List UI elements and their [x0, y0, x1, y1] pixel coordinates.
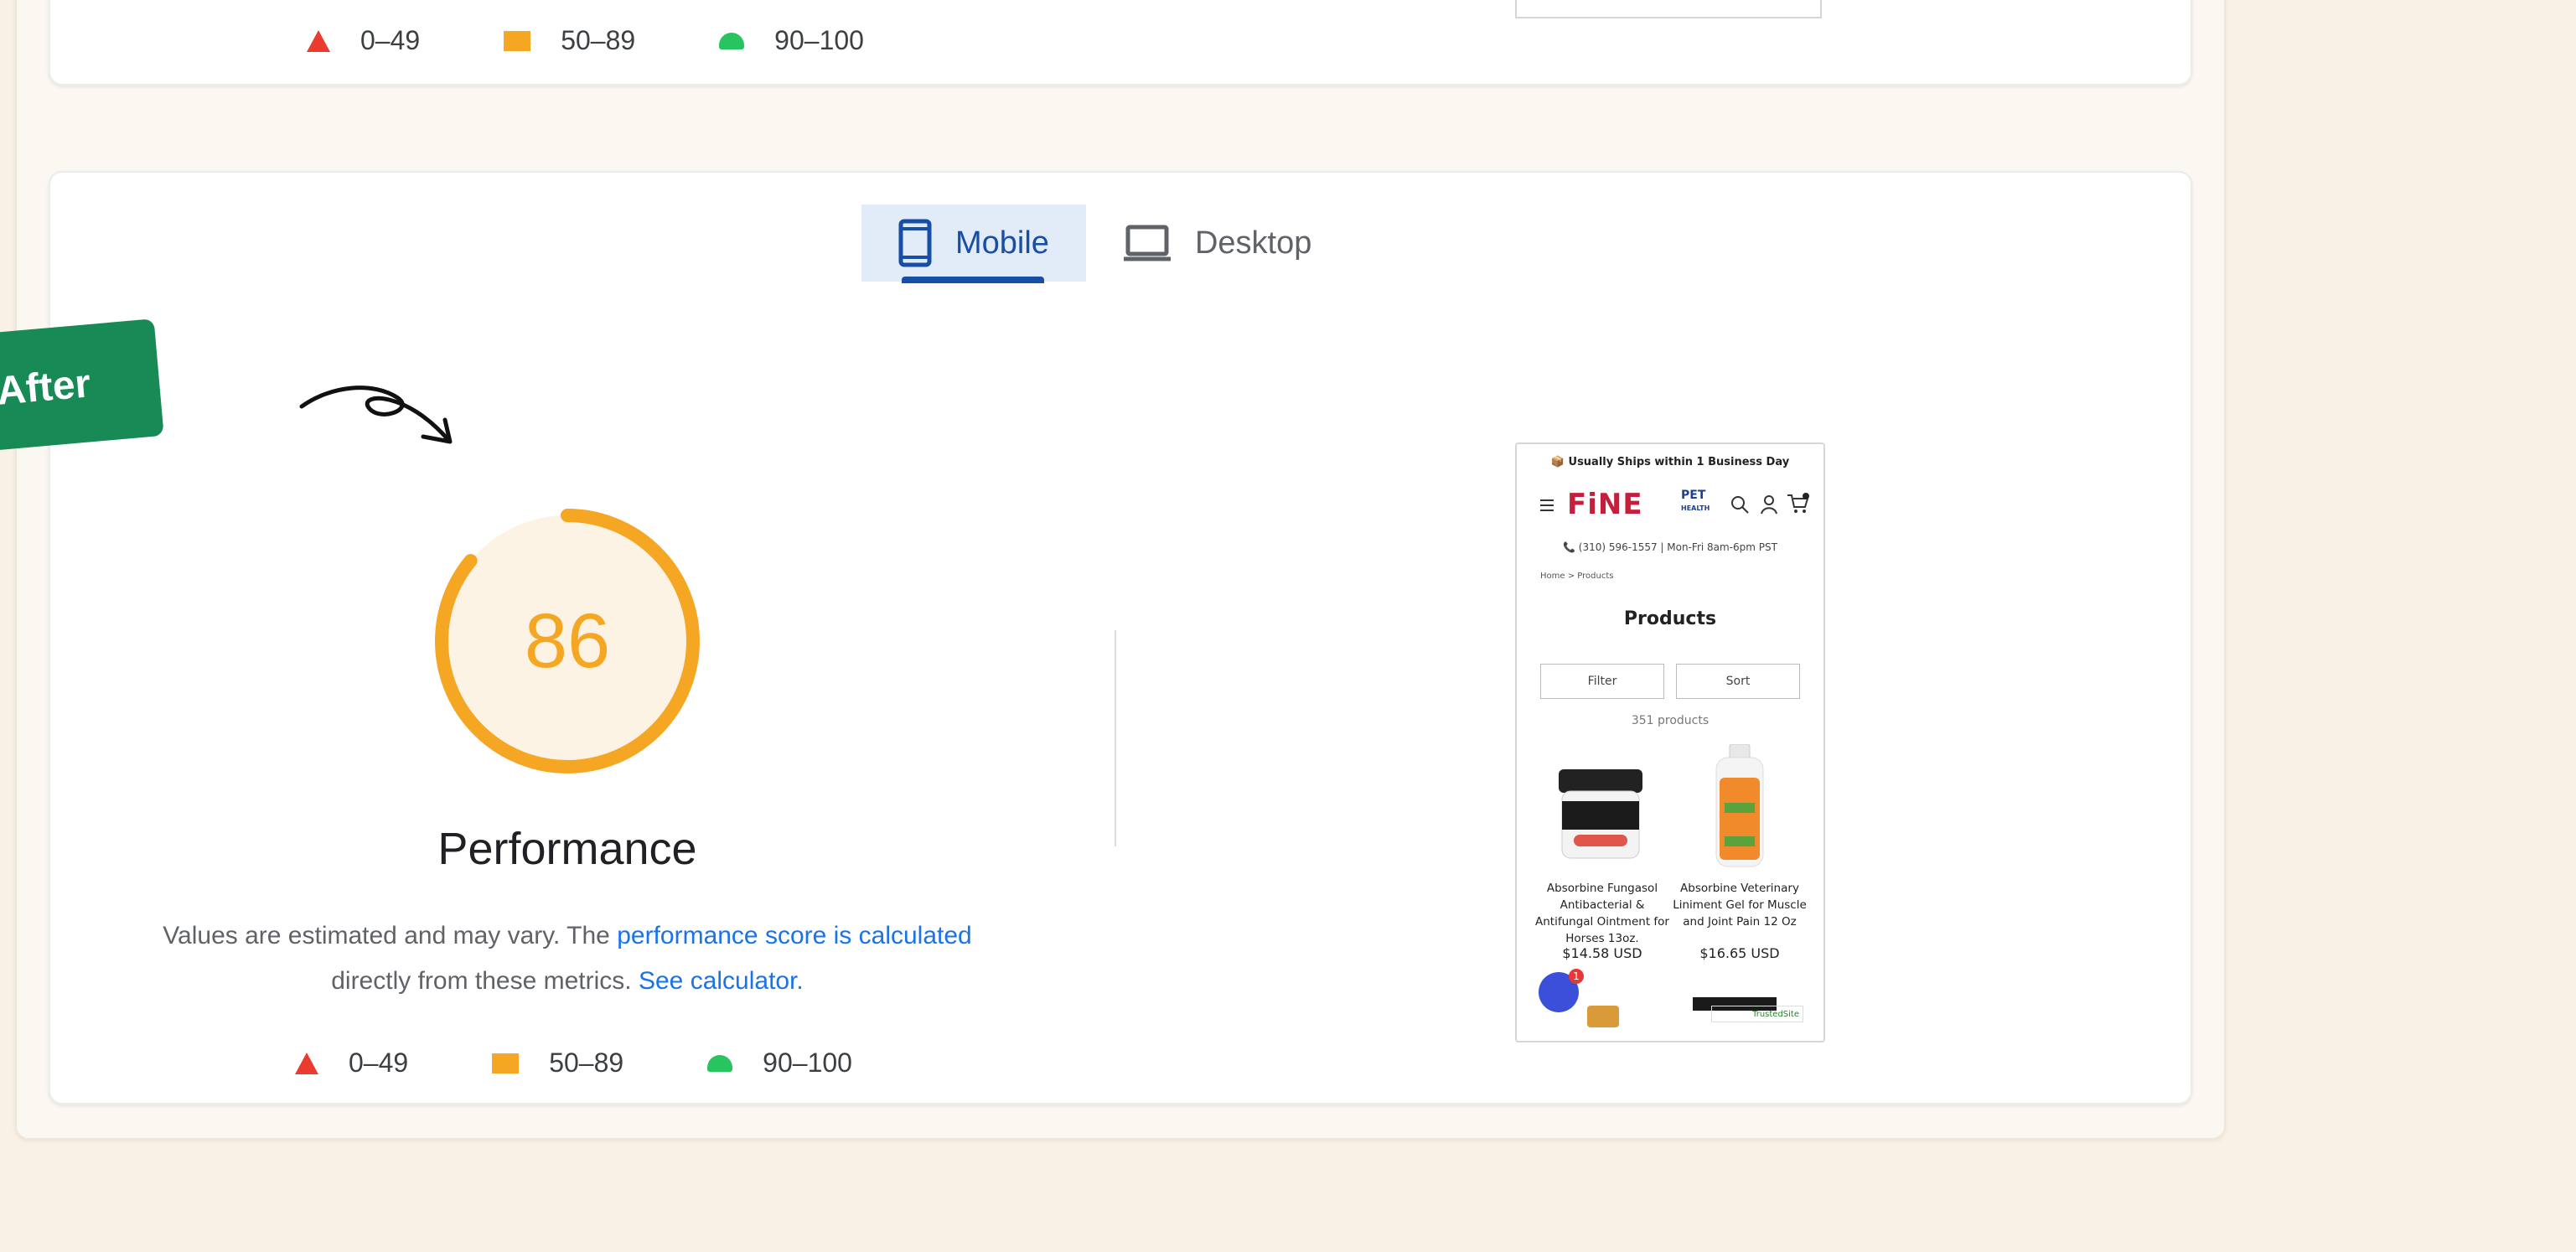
- filter-button: Filter: [1540, 664, 1664, 699]
- product-price: $16.65 USD: [1699, 945, 1780, 961]
- product-name: Absorbine Fungasol Antibacterial & Antif…: [1535, 882, 1669, 945]
- legend-pass: 90–100: [719, 25, 864, 56]
- performance-note: Values are estimated and may vary. The p…: [163, 922, 972, 995]
- legend-average: 50–89: [504, 25, 635, 56]
- tab-desktop[interactable]: Desktop: [1086, 204, 1348, 282]
- previous-score-legend: 0–49 50–89 90–100: [307, 25, 864, 56]
- triangle-icon: [295, 1052, 318, 1074]
- legend-average: 50–89: [492, 1048, 623, 1079]
- triangle-icon: [307, 29, 330, 52]
- sort-button: Sort: [1676, 664, 1800, 699]
- tab-mobile[interactable]: Mobile: [861, 204, 1086, 283]
- previous-page-screenshot: [1515, 0, 1822, 18]
- legend-fail: 0–49: [295, 1048, 408, 1079]
- account-icon: [1761, 495, 1777, 515]
- phone-icon: [898, 219, 932, 267]
- fungasol-product-image: [1559, 769, 1642, 859]
- legend-fail: 0–49: [307, 25, 420, 56]
- search-icon: [1731, 496, 1749, 514]
- tab-mobile-label: Mobile: [955, 225, 1049, 261]
- curved-arrow-icon: [299, 385, 453, 444]
- chat-badge: 1: [1569, 969, 1584, 984]
- trusted-site-badge: TrustedSite: [1711, 1006, 1803, 1022]
- site-logo: FiNE: [1567, 488, 1643, 521]
- page-screenshot: 📦 Usually Ships within 1 Business Day Fi…: [1515, 442, 1825, 1042]
- product-name: Absorbine Veterinary Liniment Gel for Mu…: [1673, 882, 1807, 929]
- legend-pass: 90–100: [707, 1048, 852, 1079]
- square-icon: [504, 30, 531, 51]
- laptop-icon: [1123, 225, 1172, 261]
- cart-icon: [1787, 493, 1809, 513]
- circle-icon: [707, 1054, 733, 1072]
- shipping-banner: 📦 Usually Ships within 1 Business Day: [1550, 456, 1790, 468]
- site-logo-sub: PET HEALTH: [1681, 489, 1710, 512]
- liniment-gel-product-image: [1715, 744, 1764, 867]
- circle-icon: [719, 32, 745, 49]
- active-tab-indicator: [902, 277, 1044, 283]
- menu-icon: [1540, 499, 1554, 511]
- after-badge: After: [0, 318, 164, 453]
- contact-line: 📞 (310) 596-1557 | Mon-Fri 8am-6pm PST: [1563, 541, 1777, 553]
- score-legend: 0–49 50–89 90–100: [295, 1048, 852, 1079]
- square-icon: [492, 1053, 520, 1074]
- product-image-partial: [1587, 1006, 1619, 1027]
- device-tabs: Mobile Desktop: [861, 204, 1348, 283]
- score-calculated-link[interactable]: performance score is calculated: [617, 922, 972, 949]
- section-divider: [1115, 630, 1116, 846]
- page-title: Products: [1623, 608, 1717, 629]
- performance-score: 86: [524, 598, 611, 684]
- breadcrumb: Home > Products: [1540, 572, 1614, 581]
- product-count: 351 products: [1631, 714, 1710, 727]
- see-calculator-link[interactable]: See calculator.: [639, 967, 804, 995]
- performance-title: Performance: [437, 824, 697, 874]
- tab-desktop-label: Desktop: [1194, 225, 1312, 261]
- product-price: $14.58 USD: [1562, 945, 1642, 961]
